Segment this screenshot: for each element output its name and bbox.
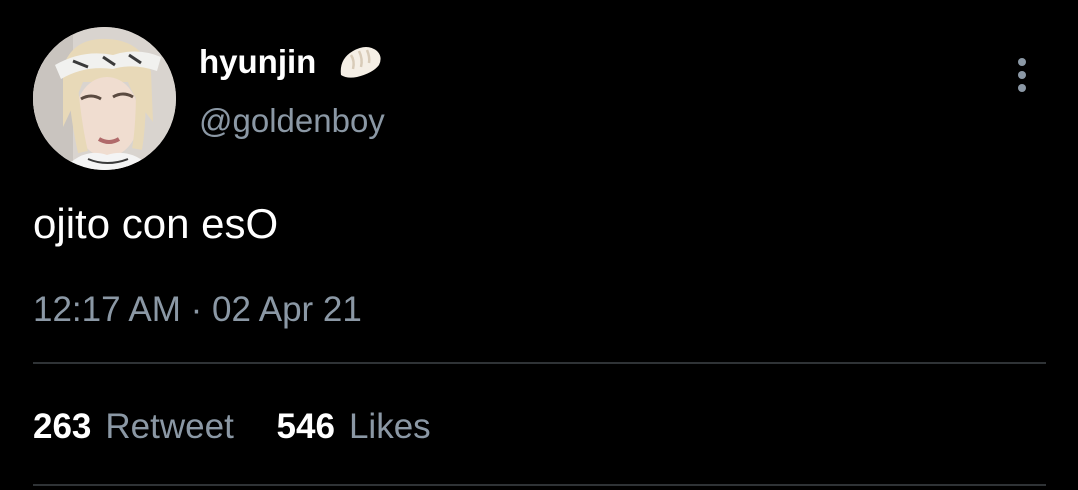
more-vertical-icon [1018,58,1026,66]
tweet-date: 02 Apr 21 [212,290,362,329]
tweet-card: hyunjin @goldenboy ojito con esO 12:17 A… [0,0,1078,490]
more-options-button[interactable] [1006,56,1038,96]
avatar-photo [33,27,176,170]
retweet-stat[interactable]: 263 Retweet [33,404,234,450]
more-vertical-icon-dot [1018,71,1026,79]
tweet-stats: 263 Retweet 546 Likes [33,404,464,450]
tweet-timestamp[interactable]: 12:17 AM · 02 Apr 21 [33,288,362,332]
divider [33,362,1046,364]
likes-label: Likes [348,407,431,446]
divider [33,484,1046,486]
more-vertical-icon-dot [1018,84,1026,92]
dumpling-icon [340,47,381,78]
tweet-text: ojito con esO [33,200,279,247]
tweet-time: 12:17 AM [33,290,181,329]
display-name[interactable]: hyunjin [199,40,316,84]
timestamp-separator: · [190,290,203,329]
avatar[interactable] [33,27,176,170]
user-handle[interactable]: @goldenboy [199,99,385,143]
likes-stat[interactable]: 546 Likes [277,404,431,450]
retweet-count: 263 [33,407,92,446]
likes-count: 546 [276,407,335,446]
retweet-label: Retweet [105,407,234,446]
